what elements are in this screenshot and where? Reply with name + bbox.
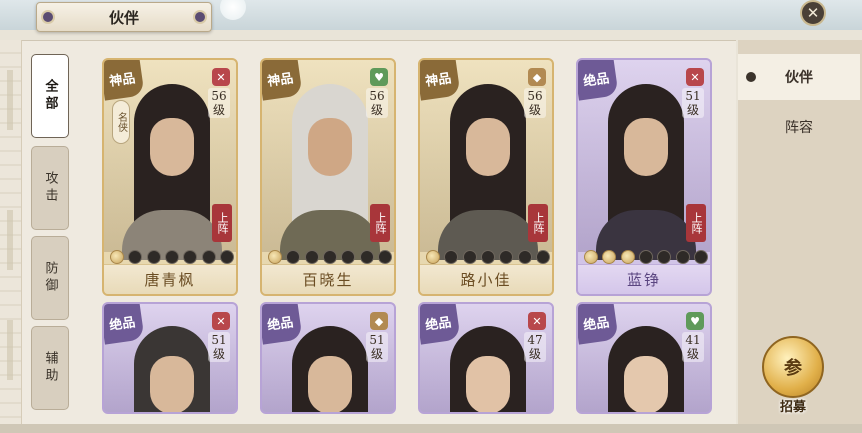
level-indicator: 51 级 [208, 332, 230, 362]
category-tab-label: 全部 [42, 79, 58, 113]
menu-item-label: 阵容 [785, 120, 813, 136]
category-tab-all[interactable]: 全部 [31, 54, 69, 138]
menu-item-partners[interactable]: 伙伴 [738, 54, 860, 100]
category-tab-support[interactable]: 辅助 [31, 326, 69, 410]
sword-icon: ✕ [212, 68, 230, 86]
page-title: 伙伴 [36, 2, 212, 32]
sword-icon: ✕ [528, 312, 546, 330]
level-indicator: 51 级 [682, 88, 704, 118]
category-tab-label: 防御 [42, 261, 58, 295]
partner-card[interactable]: 绝品 ♥ 41 级 [576, 302, 712, 414]
category-tab-defense[interactable]: 防御 [31, 236, 69, 320]
deployed-badge: 上阵 [370, 204, 390, 242]
level-indicator: 56 级 [366, 88, 388, 118]
heal-icon: ♥ [686, 312, 704, 330]
ornament-icon [41, 10, 55, 24]
level-indicator: 47 级 [524, 332, 546, 362]
level-indicator: 51 级 [366, 332, 388, 362]
partner-card[interactable]: 神品 ♥ 56 级 上阵 百晓生 [260, 58, 396, 296]
partner-card[interactable]: 绝品 ✕ 51 级 [102, 302, 238, 414]
partner-name: 路小佳 [420, 264, 552, 294]
title-badge: 名侠 [112, 100, 130, 144]
close-button[interactable]: ✕ [800, 0, 826, 26]
sword-icon: ✕ [212, 312, 230, 330]
shield-icon: ◆ [528, 68, 546, 86]
page-title-text: 伙伴 [108, 8, 139, 27]
bottom-edge [0, 424, 862, 433]
level-indicator: 41 级 [682, 332, 704, 362]
deployed-badge: 上阵 [212, 204, 232, 242]
scroll-decoration [0, 40, 22, 424]
partner-name: 蓝铮 [578, 264, 710, 294]
selected-dot-icon [746, 72, 756, 82]
category-tab-label: 攻击 [42, 171, 58, 205]
level-indicator: 56 级 [524, 88, 546, 118]
sword-icon: ✕ [686, 68, 704, 86]
level-indicator: 56 级 [208, 88, 230, 118]
category-tab-attack[interactable]: 攻击 [31, 146, 69, 230]
heal-icon: ♥ [370, 68, 388, 86]
partner-card[interactable]: 神品 ✕ 56 级 名侠 上阵 唐青枫 [102, 58, 238, 296]
category-tab-label: 辅助 [42, 351, 58, 385]
partner-card[interactable]: 绝品 ✕ 47 级 [418, 302, 554, 414]
menu-item-label: 伙伴 [785, 70, 813, 86]
partner-card[interactable]: 绝品 ✕ 51 级 上阵 蓝铮 [576, 58, 712, 296]
partner-name: 百晓生 [262, 264, 394, 294]
recruit-label: 招募 [779, 400, 806, 415]
partner-name: 唐青枫 [104, 264, 236, 294]
deployed-badge: 上阵 [686, 204, 706, 242]
shield-icon: ◆ [370, 312, 388, 330]
close-icon: ✕ [806, 4, 820, 22]
deployed-badge: 上阵 [528, 204, 548, 242]
partner-card[interactable]: 绝品 ◆ 51 级 [260, 302, 396, 414]
recruit-button[interactable]: 参 [762, 336, 824, 398]
ornament-icon [193, 10, 207, 24]
recruit-icon: 参 [784, 358, 802, 379]
menu-item-lineup[interactable]: 阵容 [738, 104, 860, 150]
partner-card[interactable]: 神品 ◆ 56 级 上阵 路小佳 [418, 58, 554, 296]
